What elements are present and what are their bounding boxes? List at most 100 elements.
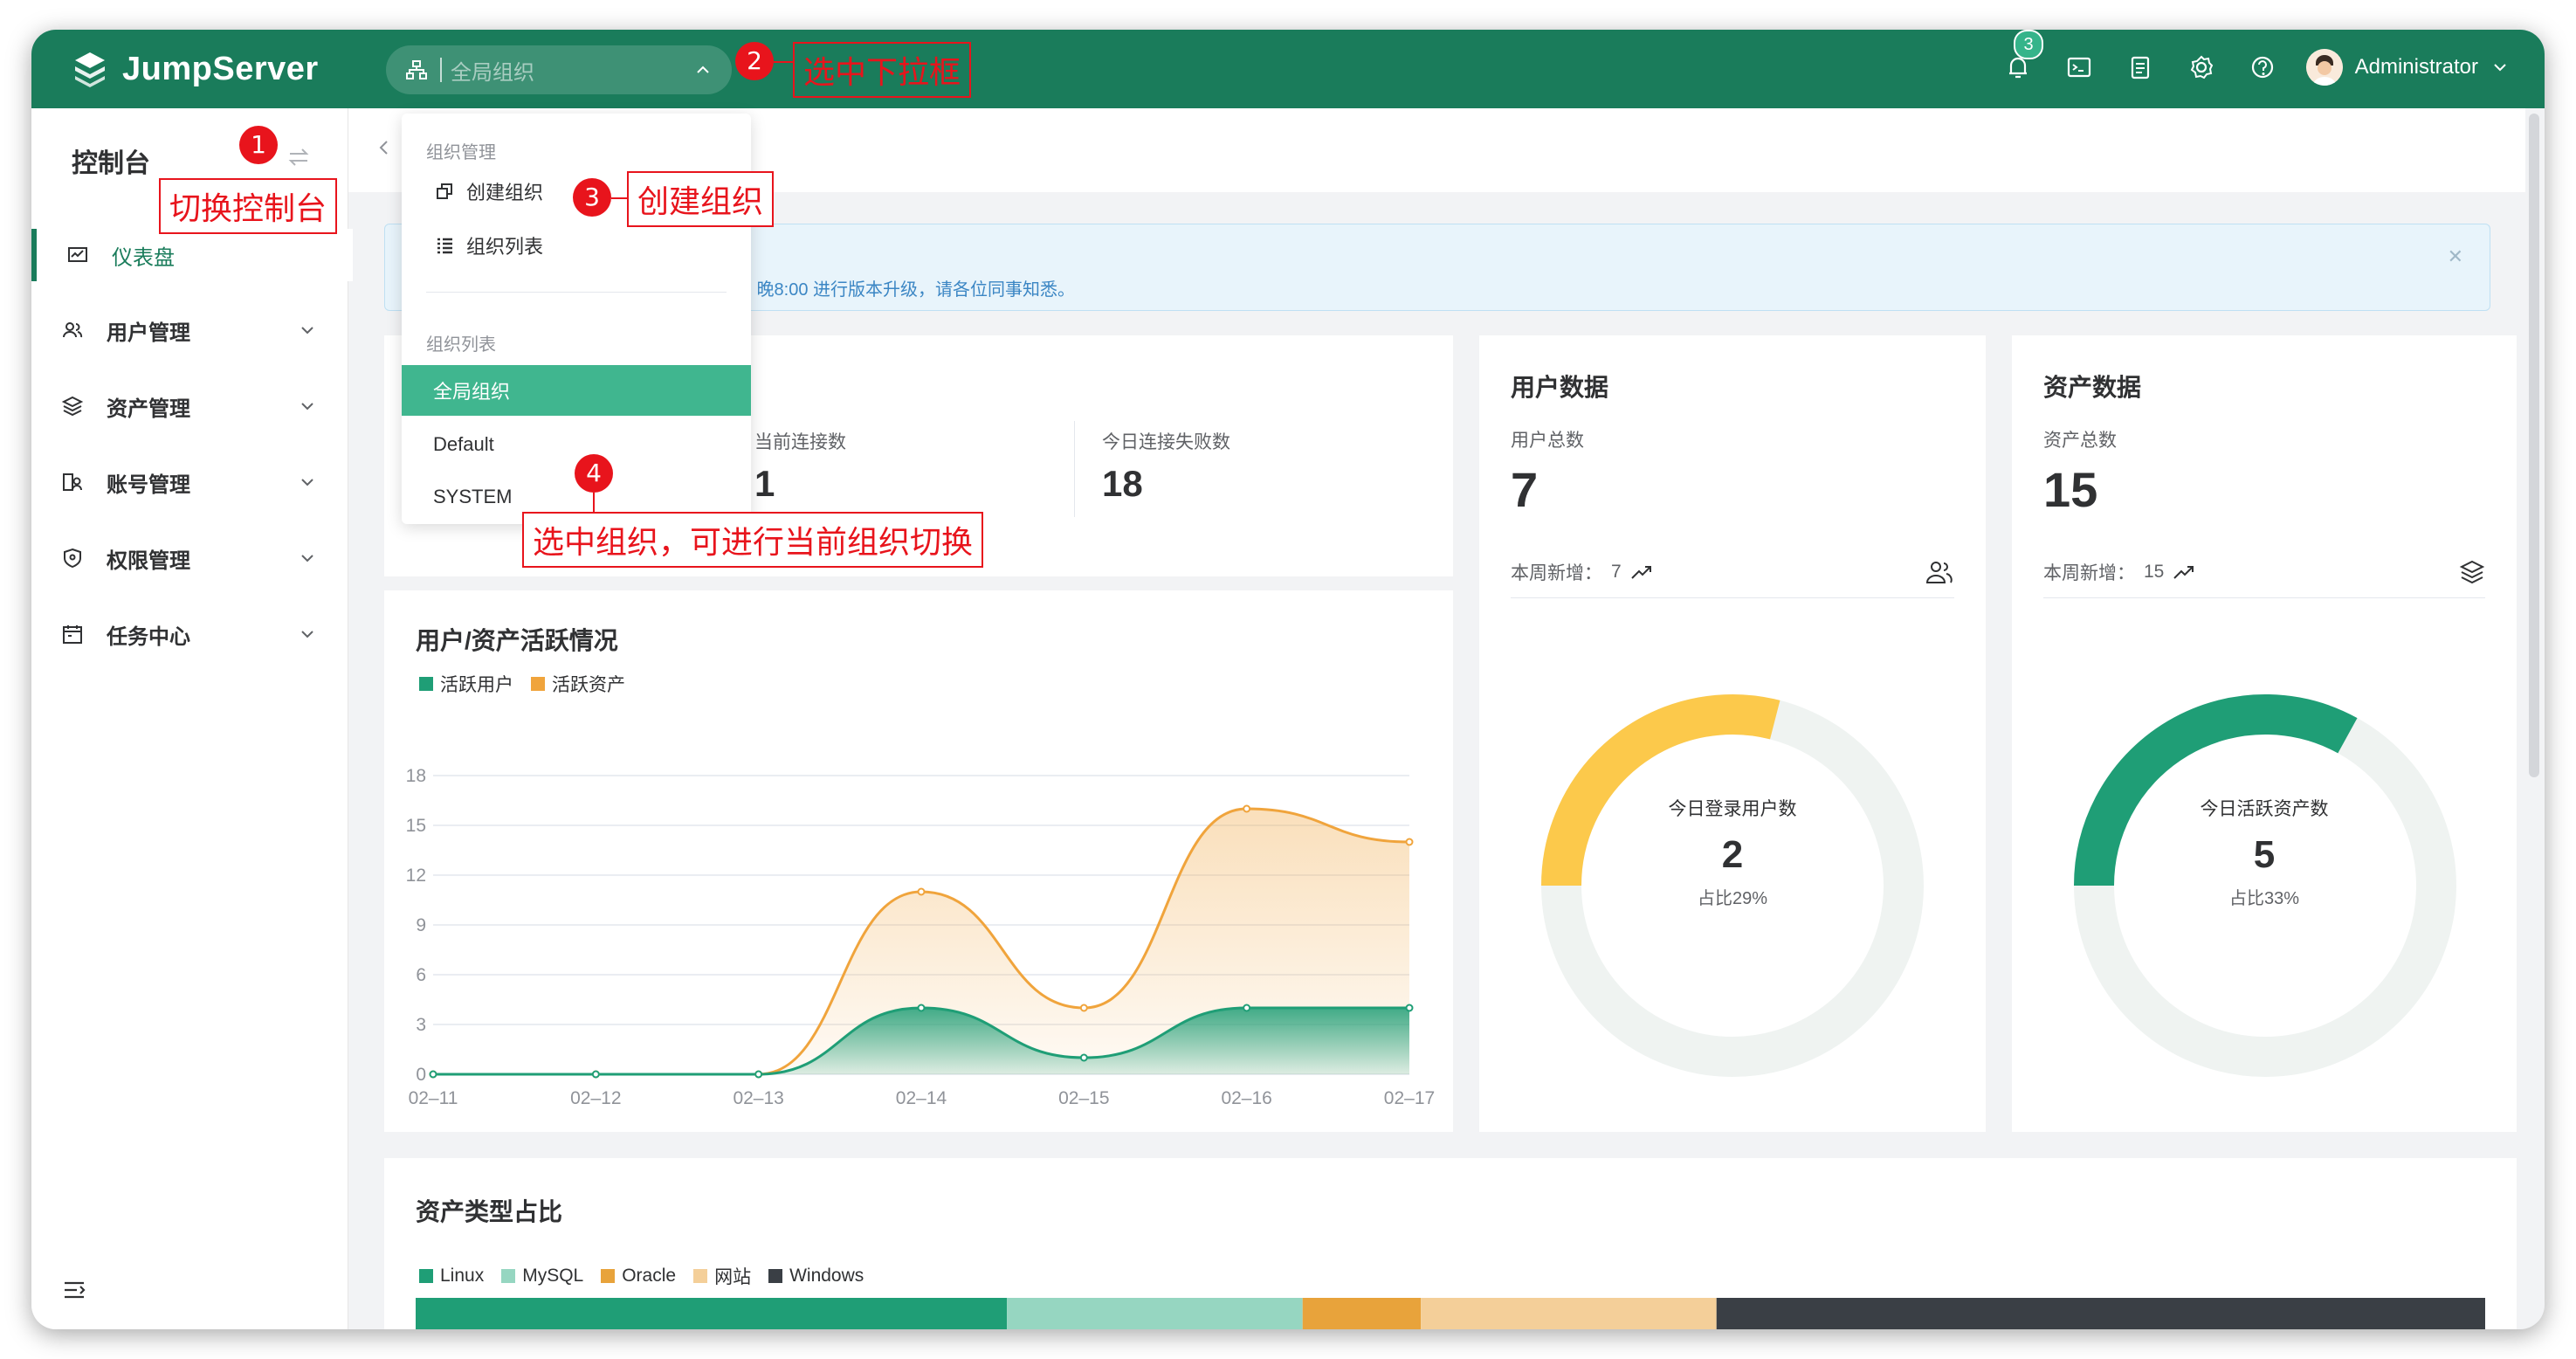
bar-segment-linux[interactable] [416,1298,1008,1329]
current-connections-label: 当前连接数 [754,432,846,452]
bar-segment-网站[interactable] [1421,1298,1717,1329]
page-scrollbar[interactable] [2529,114,2539,777]
new-window-icon [437,183,452,199]
annotation-label-2: 选中下拉框 [793,42,972,98]
org-select-dropdown[interactable]: 全局组织 [386,45,732,94]
data-point[interactable] [1405,838,1414,846]
data-point[interactable] [1405,1004,1414,1012]
sidebar-item-tasks[interactable]: 任务中心 [31,608,348,660]
donut-center-text: 今日活跃资产数 5 占比33% [2133,795,2395,909]
week-label: 本周新增： [2043,563,2135,583]
brand-name: JumpServer [122,50,319,87]
legend-item-网站[interactable]: 网站 [693,1263,751,1289]
sidebar-item-assets[interactable]: 资产管理 [31,380,348,432]
help-button[interactable] [2248,52,2277,82]
bar-segment-windows[interactable] [1716,1298,2485,1329]
asset-total-label: 资产总数 [2043,431,2117,451]
user-avatar-icon [2305,49,2343,86]
legend-item-windows[interactable]: Windows [768,1263,864,1289]
donut-label: 今日活跃资产数 [2200,799,2329,819]
chevron-down-icon [301,479,313,486]
alert-text: 日 晚8:00 进行版本升级，请各位同事知悉。 [734,280,1076,300]
org-option-global[interactable]: 全局组织 [402,365,751,416]
trend-up-icon [1630,566,1651,579]
annotation-marker-2: 2 [735,42,774,80]
week-value: 15 [2144,562,2165,582]
org-select-placeholder: 全局组织 [451,60,534,85]
failed-connections-label: 今日连接失败数 [1102,432,1230,452]
header-toolbar: 3 [2003,30,2277,82]
close-icon[interactable]: ✕ [2448,245,2463,268]
swap-console-icon[interactable] [285,143,313,171]
data-point[interactable] [1079,1053,1088,1062]
terminal-icon [2067,57,2091,78]
console-title: 控制台 [72,149,150,178]
legend-item-mysql[interactable]: MySQL [501,1263,583,1289]
legend-swatch [501,1269,516,1283]
chevron-down-icon [301,327,313,335]
data-point[interactable] [1079,1004,1088,1012]
data-point[interactable] [1243,1004,1251,1012]
y-tick-label: 6 [416,965,426,985]
legend-label: Windows [789,1266,864,1286]
legend-label: MySQL [522,1266,584,1286]
data-point[interactable] [1243,804,1251,813]
donut-value: 2 [1721,833,1744,876]
org-tree-icon [406,60,427,79]
chevron-left-icon[interactable] [375,138,394,157]
y-tick-label: 0 [416,1065,426,1085]
user-menu[interactable]: Administrator [2305,49,2510,86]
x-tick-label: 02–15 [1058,1088,1109,1108]
notification-button[interactable]: 3 [2003,30,2043,82]
sidebar-item-label: 权限管理 [107,548,190,573]
legend-swatch [693,1269,708,1283]
dropdown-divider [426,292,727,293]
card-divider [2043,597,2485,598]
settings-button[interactable] [2187,52,2216,82]
org-list-item[interactable]: 组织列表 [402,220,751,271]
asset-type-legend: Linux MySQL Oracle 网站 Windows [419,1263,864,1289]
list-icon [437,238,452,254]
org-list-label: 组织列表 [466,236,544,258]
legend-item-linux[interactable]: Linux [419,1263,484,1289]
chevron-down-icon [301,403,313,410]
dashboard-icon [68,247,87,262]
data-point[interactable] [754,1070,763,1079]
tickets-button[interactable] [2125,52,2155,82]
shield-icon [64,548,81,569]
org-option-default[interactable]: Default [402,419,751,470]
calendar-icon [63,625,82,644]
legend-swatch [601,1269,616,1283]
legend-item-oracle[interactable]: Oracle [601,1263,676,1289]
x-tick-label: 02–12 [570,1088,621,1108]
annotation-leader [774,61,793,63]
sidebar-item-permissions[interactable]: 权限管理 [31,532,348,584]
users-icon [63,322,83,338]
chevron-down-icon [301,555,313,562]
top-header: JumpServer 全局组织 3 Administrator [31,30,2545,108]
org-option-label: Default [433,433,494,455]
sidebar-item-users[interactable]: 用户管理 [31,304,348,356]
annotation-label-3: 创建组织 [627,171,775,227]
annotation-marker-3: 3 [573,178,611,217]
collapse-sidebar-icon[interactable] [61,1277,87,1303]
x-tick-label: 02–17 [1384,1088,1435,1108]
chevron-up-icon [697,66,709,73]
sidebar-item-dashboard[interactable]: 仪表盘 [31,229,353,281]
x-tick-label: 02–11 [409,1088,458,1108]
data-point[interactable] [917,1004,926,1012]
sidebar: 控制台 仪表盘 用户管理 资产管理 账号管理 权限管理 任务中心 [31,108,353,1329]
bar-segment-mysql[interactable] [1007,1298,1303,1329]
terminal-button[interactable] [2064,52,2094,82]
donut-center-text: 今日登录用户数 2 占比29% [1601,795,1863,909]
data-point[interactable] [591,1070,600,1079]
bar-segment-oracle[interactable] [1302,1298,1422,1329]
data-point[interactable] [429,1070,437,1079]
annotation-marker-1: 1 [239,126,278,164]
help-circle-icon [2251,56,2274,79]
sidebar-item-label: 账号管理 [107,473,190,497]
sidebar-item-accounts[interactable]: 账号管理 [31,456,348,508]
brand-logo[interactable]: JumpServer [70,49,319,89]
avatar [2305,49,2343,86]
data-point[interactable] [917,887,926,896]
